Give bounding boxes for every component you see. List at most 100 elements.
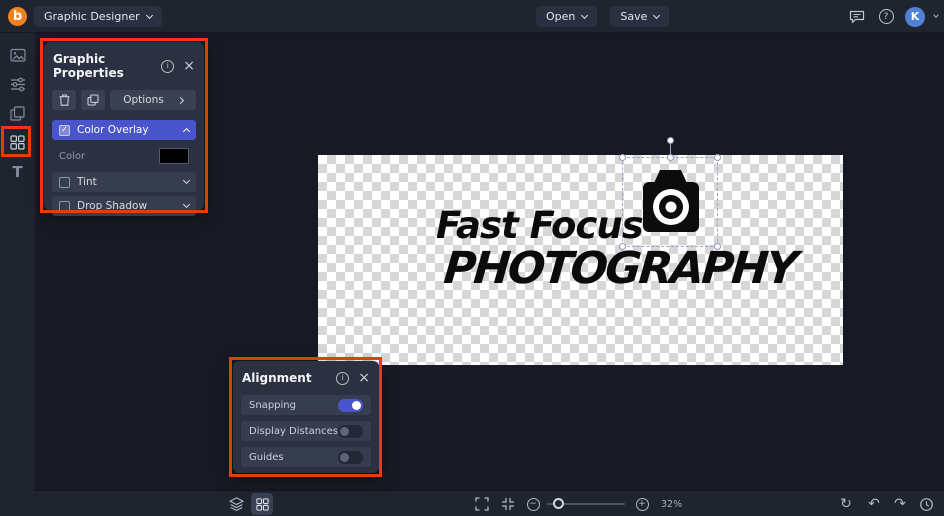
chevron-up-icon[interactable] (182, 127, 191, 136)
image-manager-icon[interactable] (0, 41, 35, 70)
zoom-out-icon[interactable]: − (522, 493, 544, 515)
panel-header: Graphic Properties i × (53, 52, 195, 80)
file-actions: Open Save (536, 6, 670, 27)
color-overlay-label: Color Overlay (77, 124, 149, 136)
options-button[interactable]: Options (110, 90, 196, 110)
info-icon[interactable]: i (336, 371, 350, 385)
overlays-icon[interactable] (0, 99, 35, 128)
design-artboard[interactable]: Fast Focus PHOTOGRAPHY (318, 137, 843, 365)
question-glyph: ? (878, 9, 894, 24)
fullscreen-icon[interactable] (471, 493, 493, 515)
user-avatar[interactable]: K (905, 6, 925, 27)
info-icon[interactable]: i (161, 59, 175, 73)
check-icon: ✓ (61, 125, 68, 134)
bottom-toolbar: − + 32% ↻ ↶ ↷ (35, 490, 944, 516)
edit-settings-icon[interactable] (0, 70, 35, 99)
drop-shadow-checkbox[interactable]: ✓ (59, 200, 70, 212)
graphic-designer-label: Graphic Designer (44, 10, 140, 23)
chevron-down-icon[interactable] (182, 200, 191, 209)
zoom-slider-knob[interactable] (553, 498, 564, 509)
snapping-toggle[interactable] (338, 398, 363, 412)
camera-graphic[interactable] (630, 163, 712, 245)
color-label: Color (59, 150, 86, 162)
zoom-in-icon[interactable]: + (631, 493, 653, 515)
panel-header: Alignment i × (242, 371, 370, 385)
color-overlay-checkbox[interactable]: ✓ (59, 124, 70, 136)
info-glyph: i (166, 61, 169, 70)
snapping-label: Snapping (249, 399, 296, 411)
panel-title: Alignment (242, 371, 312, 385)
close-icon[interactable]: × (183, 59, 195, 73)
save-button[interactable]: Save (610, 6, 670, 27)
chevron-down-icon (145, 11, 153, 19)
feedback-icon[interactable] (847, 7, 867, 27)
befunky-logo-icon[interactable]: b (8, 7, 27, 26)
logo-text-line2[interactable]: PHOTOGRAPHY (442, 243, 798, 294)
snapping-row: Snapping (241, 395, 371, 415)
trash-icon (59, 94, 69, 106)
drop-shadow-row[interactable]: ✓ Drop Shadow (52, 196, 196, 216)
zoom-percent: 32% (661, 499, 683, 510)
open-label: Open (546, 10, 576, 23)
display-distances-row: Display Distances (241, 421, 371, 441)
display-distances-toggle[interactable] (338, 424, 363, 438)
tint-checkbox[interactable]: ✓ (59, 176, 70, 188)
guides-row: Guides (241, 447, 371, 467)
color-overlay-row[interactable]: ✓ Color Overlay (52, 120, 196, 140)
chevron-right-icon (176, 96, 184, 104)
avatar-initial: K (910, 10, 920, 23)
resize-handle-top[interactable] (666, 154, 674, 161)
duplicate-button[interactable] (81, 90, 105, 110)
tint-label: Tint (77, 176, 97, 188)
color-picker-row: Color (52, 144, 196, 168)
options-label: Options (123, 94, 164, 106)
account-chevron-icon[interactable] (933, 12, 939, 18)
zoom-slider[interactable] (547, 498, 625, 509)
topbar: b Graphic Designer Open Save ? K (0, 0, 944, 33)
chevron-down-icon[interactable] (182, 176, 191, 185)
graphic-toolbar: Options (52, 90, 196, 110)
chevron-down-icon (653, 11, 661, 19)
resize-handle-bottom-left[interactable] (619, 243, 626, 250)
open-button[interactable]: Open (536, 6, 598, 27)
history-icon[interactable] (915, 493, 937, 515)
account-actions: ? K (847, 0, 939, 33)
close-icon[interactable]: × (358, 371, 370, 385)
layers-icon[interactable] (225, 493, 247, 515)
color-swatch[interactable] (159, 148, 189, 164)
resize-handle-top-right[interactable] (714, 154, 721, 161)
drop-shadow-label: Drop Shadow (77, 200, 148, 212)
redo-icon[interactable]: ↷ (889, 493, 911, 515)
guides-toggle[interactable] (338, 450, 363, 464)
graphic-designer-menu[interactable]: Graphic Designer (34, 6, 162, 27)
undo-icon[interactable]: ↶ (863, 493, 885, 515)
text-tool-glyph: T (12, 162, 23, 181)
logo-letter: b (12, 9, 23, 24)
graphics-icon[interactable] (0, 128, 35, 157)
app-window: b Graphic Designer Open Save ? K T Fast … (0, 0, 944, 516)
tint-row[interactable]: ✓ Tint (52, 172, 196, 192)
reset-icon[interactable]: ↻ (835, 493, 857, 515)
delete-button[interactable] (52, 90, 76, 110)
rotation-stem (669, 143, 671, 154)
plus-glyph: + (635, 497, 649, 511)
display-distances-label: Display Distances (249, 425, 338, 437)
tools-sidebar: T (0, 33, 35, 516)
rotate-handle[interactable] (666, 137, 674, 144)
fit-to-screen-icon[interactable] (497, 493, 519, 515)
info-glyph: i (341, 373, 344, 382)
text-tool-icon[interactable]: T (0, 157, 35, 186)
reset-glyph: ↻ (840, 496, 852, 512)
selection-box[interactable] (619, 137, 721, 250)
resize-handle-bottom-right[interactable] (714, 243, 721, 250)
resize-handle-top-left[interactable] (619, 154, 626, 161)
redo-glyph: ↷ (894, 496, 906, 512)
guides-label: Guides (249, 451, 284, 463)
chevron-down-icon (581, 11, 589, 19)
graphic-properties-panel: Graphic Properties i × Options ✓ Color O… (44, 42, 204, 216)
logo-text-line1[interactable]: Fast Focus (436, 204, 644, 247)
save-label: Save (620, 10, 648, 23)
grid-view-icon[interactable] (251, 493, 273, 515)
minus-glyph: − (526, 497, 540, 511)
help-icon[interactable]: ? (876, 7, 896, 27)
